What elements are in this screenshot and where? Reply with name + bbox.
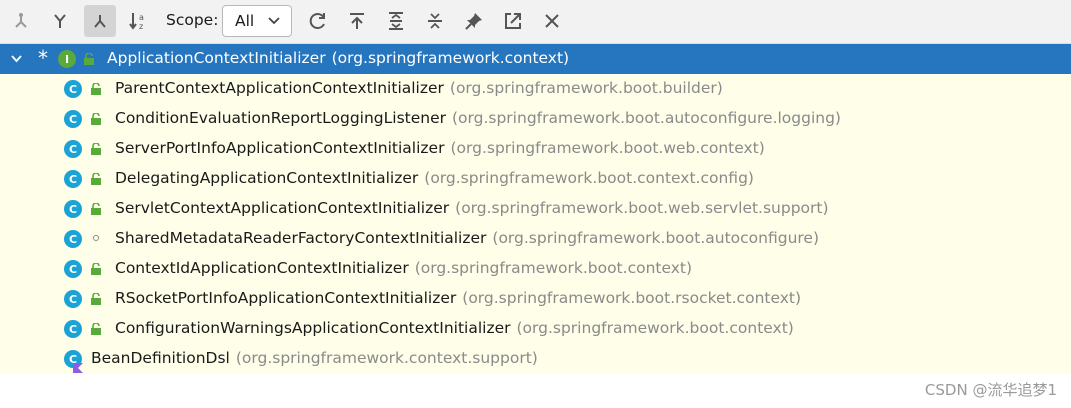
subtypes-hierarchy-button[interactable] xyxy=(44,5,76,37)
type-name: DelegatingApplicationContextInitializer xyxy=(115,169,419,187)
package-name: (org.springframework.boot.autoconfigure.… xyxy=(452,109,841,127)
collapse-all-button[interactable] xyxy=(419,5,451,37)
supertypes-icon xyxy=(15,13,27,28)
package-name: (org.springframework.boot.rsocket.contex… xyxy=(462,289,802,307)
public-lock-icon xyxy=(84,53,94,65)
public-lock-icon xyxy=(91,323,101,335)
class-icon: C xyxy=(64,140,82,158)
tree-node-label: ConditionEvaluationReportLoggingListener… xyxy=(115,109,841,127)
interface-icon: I xyxy=(58,50,76,68)
type-name: ParentContextApplicationContextInitializ… xyxy=(115,79,444,97)
refresh-button[interactable] xyxy=(302,5,334,37)
kotlin-badge-icon xyxy=(73,363,83,373)
close-icon xyxy=(545,14,559,28)
type-name: BeanDefinitionDsl xyxy=(91,349,230,367)
chevron-down-icon[interactable] xyxy=(10,52,23,65)
package-name: (org.springframework.boot.context) xyxy=(516,319,794,337)
tree-node-label: ConfigurationWarningsApplicationContextI… xyxy=(115,319,794,337)
hierarchy-tree: * I ApplicationContextInitializer (org.sp… xyxy=(0,44,1071,374)
tree-node-label: SharedMetadataReaderFactoryContextInitia… xyxy=(115,229,819,247)
public-lock-icon xyxy=(91,293,101,305)
type-name: ServerPortInfoApplicationContextInitiali… xyxy=(115,139,445,157)
type-name: ConditionEvaluationReportLoggingListener xyxy=(115,109,446,127)
tree-node[interactable]: C ConditionEvaluationReportLoggingListen… xyxy=(0,104,1071,134)
type-name: RSocketPortInfoApplicationContextInitial… xyxy=(115,289,457,307)
pin-tab-button[interactable] xyxy=(458,5,490,37)
tree-node[interactable]: C RSocketPortInfoApplicationContextIniti… xyxy=(0,284,1071,314)
open-in-window-button[interactable] xyxy=(497,5,529,37)
tree-node[interactable]: C ParentContextApplicationContextInitial… xyxy=(0,74,1071,104)
sort-alpha-icon: a z xyxy=(129,13,144,31)
class-icon: C xyxy=(64,200,82,218)
expand-all-icon xyxy=(389,12,403,30)
class-icon: C xyxy=(64,290,82,308)
package-name: (org.springframework.context) xyxy=(331,49,570,67)
sort-alphabetically-button[interactable]: a z xyxy=(123,5,155,37)
close-button[interactable] xyxy=(536,5,568,37)
class-icon: C xyxy=(64,260,82,278)
base-type-marker: * xyxy=(38,46,48,70)
public-lock-icon xyxy=(91,143,101,155)
class-hierarchy-icon xyxy=(94,15,106,28)
collapse-all-icon xyxy=(428,13,442,29)
tree-node[interactable]: C DelegatingApplicationContextInitialize… xyxy=(0,164,1071,194)
tree-node-root[interactable]: * I ApplicationContextInitializer (org.sp… xyxy=(0,44,1071,74)
package-name: (org.springframework.boot.web.context) xyxy=(450,139,765,157)
class-hierarchy-button[interactable] xyxy=(84,5,116,37)
pin-icon xyxy=(465,13,482,30)
package-name: (org.springframework.boot.builder) xyxy=(449,79,723,97)
svg-text:a: a xyxy=(139,13,144,22)
supertypes-hierarchy-button[interactable] xyxy=(5,5,37,37)
tree-node-label: ServletContextApplicationContextInitiali… xyxy=(115,199,829,217)
package-name: (org.springframework.boot.autoconfigure) xyxy=(492,229,820,247)
type-name: ConfigurationWarningsApplicationContextI… xyxy=(115,319,511,337)
scope-value: All xyxy=(235,12,255,30)
package-name: (org.springframework.boot.context) xyxy=(414,259,693,277)
class-icon: C xyxy=(64,110,82,128)
class-icon: C xyxy=(64,80,82,98)
scroll-to-source-icon xyxy=(350,13,364,29)
expand-all-button[interactable] xyxy=(380,5,412,37)
package-name: (org.springframework.boot.web.servlet.su… xyxy=(455,199,829,217)
tree-node-label: ContextIdApplicationContextInitializer (o… xyxy=(115,259,692,277)
tree-node-label: BeanDefinitionDsl (org.springframework.co… xyxy=(91,349,538,367)
tree-node[interactable]: C ServerPortInfoApplicationContextInitia… xyxy=(0,134,1071,164)
watermark: CSDN @流华追梦1 xyxy=(924,381,1057,399)
svg-text:z: z xyxy=(139,22,143,31)
public-lock-icon xyxy=(91,263,101,275)
tree-node-label: ApplicationContextInitializer (org.spring… xyxy=(107,49,569,67)
tree-node-label: ParentContextApplicationContextInitializ… xyxy=(115,79,723,97)
package-name: (org.springframework.boot.context.config… xyxy=(424,169,754,187)
scroll-to-source-button[interactable] xyxy=(341,5,373,37)
package-private-icon xyxy=(93,235,99,241)
class-icon: C xyxy=(64,320,82,338)
tree-node-label: DelegatingApplicationContextInitializer (… xyxy=(115,169,754,187)
chevron-down-icon xyxy=(268,17,280,25)
scope-label: Scope: xyxy=(166,11,219,29)
tree-node[interactable]: C BeanDefinitionDsl (org.springframework.… xyxy=(0,344,1071,374)
type-name: SharedMetadataReaderFactoryContextInitia… xyxy=(115,229,487,247)
tree-node[interactable]: C ContextIdApplicationContextInitializer… xyxy=(0,254,1071,284)
type-name: ContextIdApplicationContextInitializer xyxy=(115,259,409,277)
refresh-icon xyxy=(309,13,325,29)
subtypes-icon xyxy=(54,14,66,28)
package-name: (org.springframework.context.support) xyxy=(235,349,538,367)
class-icon: C xyxy=(64,230,82,248)
public-lock-icon xyxy=(91,83,101,95)
type-name: ApplicationContextInitializer xyxy=(107,49,326,67)
tree-node[interactable]: C ConfigurationWarningsApplicationContex… xyxy=(0,314,1071,344)
type-name: ServletContextApplicationContextInitiali… xyxy=(115,199,450,217)
hierarchy-toolbar: a z Scope: All xyxy=(0,0,1071,44)
open-window-icon xyxy=(505,13,521,29)
class-icon: C xyxy=(64,170,82,188)
tree-node[interactable]: C SharedMetadataReaderFactoryContextInit… xyxy=(0,224,1071,254)
public-lock-icon xyxy=(91,173,101,185)
tree-node-label: ServerPortInfoApplicationContextInitiali… xyxy=(115,139,765,157)
scope-dropdown[interactable]: All xyxy=(222,5,292,37)
public-lock-icon xyxy=(91,113,101,125)
tree-node-label: RSocketPortInfoApplicationContextInitial… xyxy=(115,289,801,307)
public-lock-icon xyxy=(91,203,101,215)
tree-node[interactable]: C ServletContextApplicationContextInitia… xyxy=(0,194,1071,224)
